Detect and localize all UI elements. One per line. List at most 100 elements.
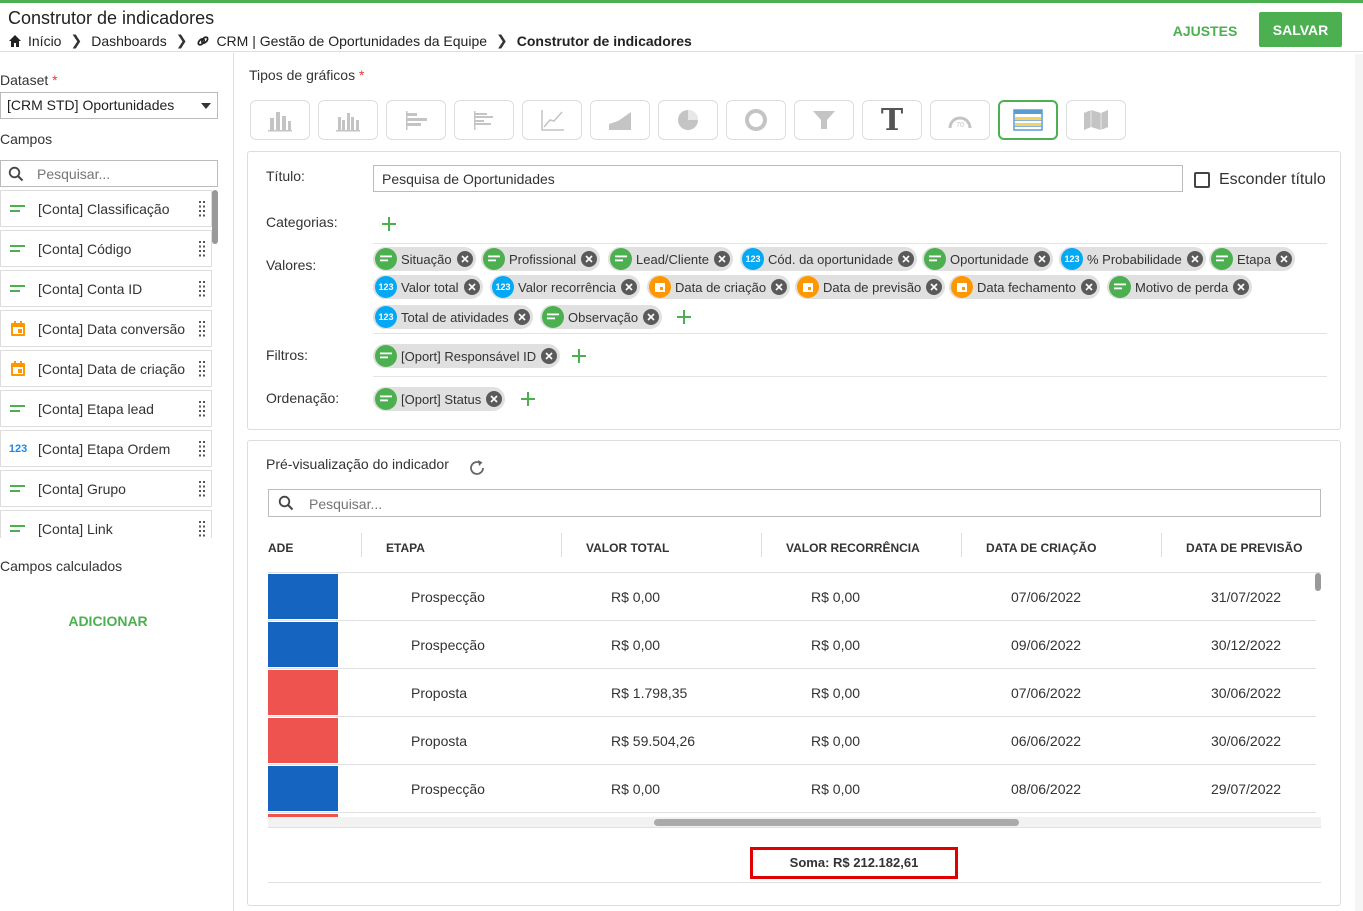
page-scrollbar[interactable]: [1355, 54, 1363, 911]
field-chip[interactable]: Data de criação: [647, 275, 791, 299]
column-header[interactable]: DATA DE PREVISÃO: [1186, 541, 1302, 555]
settings-button[interactable]: AJUSTES: [1160, 14, 1250, 48]
remove-chip-icon[interactable]: [771, 279, 788, 295]
field-item[interactable]: [Conta] Etapa lead: [0, 390, 212, 427]
remove-chip-icon[interactable]: [898, 251, 915, 267]
field-chip[interactable]: [Oport] Responsável ID: [373, 344, 561, 368]
table-horizontal-scrollbar[interactable]: [654, 819, 1019, 826]
drag-handle-icon[interactable]: [199, 401, 205, 417]
drag-handle-icon[interactable]: [199, 521, 205, 537]
remove-chip-icon[interactable]: [1233, 279, 1250, 295]
chart-type-button[interactable]: [522, 100, 582, 140]
table-row[interactable]: Prospecção R$ 0,00 R$ 0,00 07/06/2022 31/07/…: [268, 573, 1316, 621]
title-input[interactable]: [373, 165, 1183, 192]
remove-chip-icon[interactable]: [1186, 251, 1203, 267]
field-chip[interactable]: Lead/Cliente: [608, 247, 733, 271]
remove-chip-icon[interactable]: [463, 279, 480, 295]
remove-chip-icon[interactable]: [486, 391, 503, 407]
column-header[interactable]: ADE: [268, 541, 293, 555]
funnel-chart-icon: [810, 108, 838, 132]
chart-type-button[interactable]: [318, 100, 378, 140]
remove-chip-icon[interactable]: [513, 309, 530, 325]
chart-type-button[interactable]: 70: [930, 100, 990, 140]
save-button[interactable]: SALVAR: [1259, 12, 1342, 47]
field-chip[interactable]: Situação: [373, 247, 476, 271]
fields-scrollbar[interactable]: [212, 190, 218, 244]
remove-chip-icon[interactable]: [581, 251, 598, 267]
remove-chip-icon[interactable]: [1033, 251, 1050, 267]
field-chip[interactable]: Oportunidade: [922, 247, 1053, 271]
column-header[interactable]: DATA DE CRIAÇÃO: [986, 541, 1096, 555]
breadcrumb-dashboards[interactable]: Dashboards: [91, 33, 167, 49]
table-search[interactable]: [268, 489, 1321, 517]
table-search-input[interactable]: [309, 494, 1209, 514]
dataset-select[interactable]: [CRM STD] Oportunidades: [0, 92, 218, 119]
chart-types-label-text: Tipos de gráficos: [249, 67, 356, 83]
drag-handle-icon[interactable]: [199, 201, 205, 217]
field-chip[interactable]: 123 Valor total: [373, 275, 483, 299]
table-row[interactable]: Prospecção R$ 0,00 R$ 0,00 09/06/2022 30/12/…: [268, 621, 1316, 669]
field-chip[interactable]: 123 Total de atividades: [373, 305, 533, 329]
drag-handle-icon[interactable]: [199, 361, 205, 377]
field-chip[interactable]: 123 Valor recorrência: [490, 275, 641, 299]
add-order-icon[interactable]: [520, 391, 536, 407]
field-chip[interactable]: Data de previsão: [795, 275, 946, 299]
chart-type-button[interactable]: [590, 100, 650, 140]
field-item[interactable]: [Conta] Grupo: [0, 470, 212, 507]
chart-type-button[interactable]: [658, 100, 718, 140]
field-item[interactable]: [Conta] Classificação: [0, 190, 212, 227]
drag-handle-icon[interactable]: [199, 281, 205, 297]
chart-type-button[interactable]: [1066, 100, 1126, 140]
chart-type-button[interactable]: T: [862, 100, 922, 140]
field-chip[interactable]: 123% Probabilidade: [1059, 247, 1206, 271]
table-row[interactable]: Proposta R$ 59.504,26 R$ 0,00 06/06/2022 30/…: [268, 717, 1316, 765]
fields-search[interactable]: [0, 160, 218, 187]
breadcrumb-home[interactable]: Início: [28, 33, 61, 49]
column-header[interactable]: VALOR TOTAL: [586, 541, 669, 555]
field-item[interactable]: [Conta] Data de criação: [0, 350, 212, 387]
remove-chip-icon[interactable]: [1081, 279, 1098, 295]
remove-chip-icon[interactable]: [714, 251, 730, 267]
remove-chip-icon[interactable]: [541, 348, 558, 364]
field-chip[interactable]: [Oport] Status: [373, 387, 506, 411]
field-chip[interactable]: Etapa: [1209, 247, 1295, 271]
chart-type-button[interactable]: [998, 100, 1058, 140]
column-header[interactable]: ETAPA: [386, 541, 425, 555]
fields-search-input[interactable]: [37, 164, 207, 184]
remove-chip-icon[interactable]: [621, 279, 638, 295]
chart-type-button[interactable]: [386, 100, 446, 140]
drag-handle-icon[interactable]: [199, 321, 205, 337]
breadcrumb-dashboard[interactable]: CRM | Gestão de Oportunidades da Equipe: [216, 33, 487, 49]
add-calculated-field-button[interactable]: ADICIONAR: [0, 609, 216, 633]
remove-chip-icon[interactable]: [926, 279, 943, 295]
add-filter-icon[interactable]: [571, 348, 587, 364]
field-chip[interactable]: Motivo de perda: [1107, 275, 1253, 299]
field-item[interactable]: [Conta] Conta ID: [0, 270, 212, 307]
table-row[interactable]: Proposta R$ 1.798,35 R$ 0,00 07/06/2022 30/0…: [268, 669, 1316, 717]
field-item[interactable]: [Conta] Link: [0, 510, 212, 538]
chart-type-button[interactable]: [726, 100, 786, 140]
remove-chip-icon[interactable]: [456, 251, 473, 267]
refresh-icon[interactable]: [467, 458, 487, 478]
chart-type-button[interactable]: [454, 100, 514, 140]
add-category-icon[interactable]: [381, 216, 397, 232]
field-item[interactable]: [Conta] Código: [0, 230, 212, 267]
hide-title-checkbox[interactable]: [1194, 172, 1210, 188]
chart-type-button[interactable]: [794, 100, 854, 140]
field-item[interactable]: 123 [Conta] Etapa Ordem: [0, 430, 212, 467]
table-row[interactable]: Prospecção R$ 0,00 R$ 0,00 08/06/2022 29/07/…: [268, 765, 1316, 813]
add-value-icon[interactable]: [676, 309, 692, 325]
drag-handle-icon[interactable]: [199, 481, 205, 497]
field-chip[interactable]: Data fechamento: [949, 275, 1101, 299]
chart-type-button[interactable]: [250, 100, 310, 140]
remove-chip-icon[interactable]: [643, 309, 660, 325]
column-header[interactable]: VALOR RECORRÊNCIA: [786, 541, 920, 555]
field-item[interactable]: [Conta] Data conversão: [0, 310, 212, 347]
field-chip[interactable]: Observação: [540, 305, 663, 329]
drag-handle-icon[interactable]: [199, 441, 205, 457]
field-chip[interactable]: Profissional: [481, 247, 601, 271]
field-chip[interactable]: 123 Cód. da oportunidade: [740, 247, 918, 271]
drag-handle-icon[interactable]: [199, 241, 205, 257]
remove-chip-icon[interactable]: [1275, 251, 1292, 267]
table-vertical-scrollbar[interactable]: [1315, 573, 1321, 591]
